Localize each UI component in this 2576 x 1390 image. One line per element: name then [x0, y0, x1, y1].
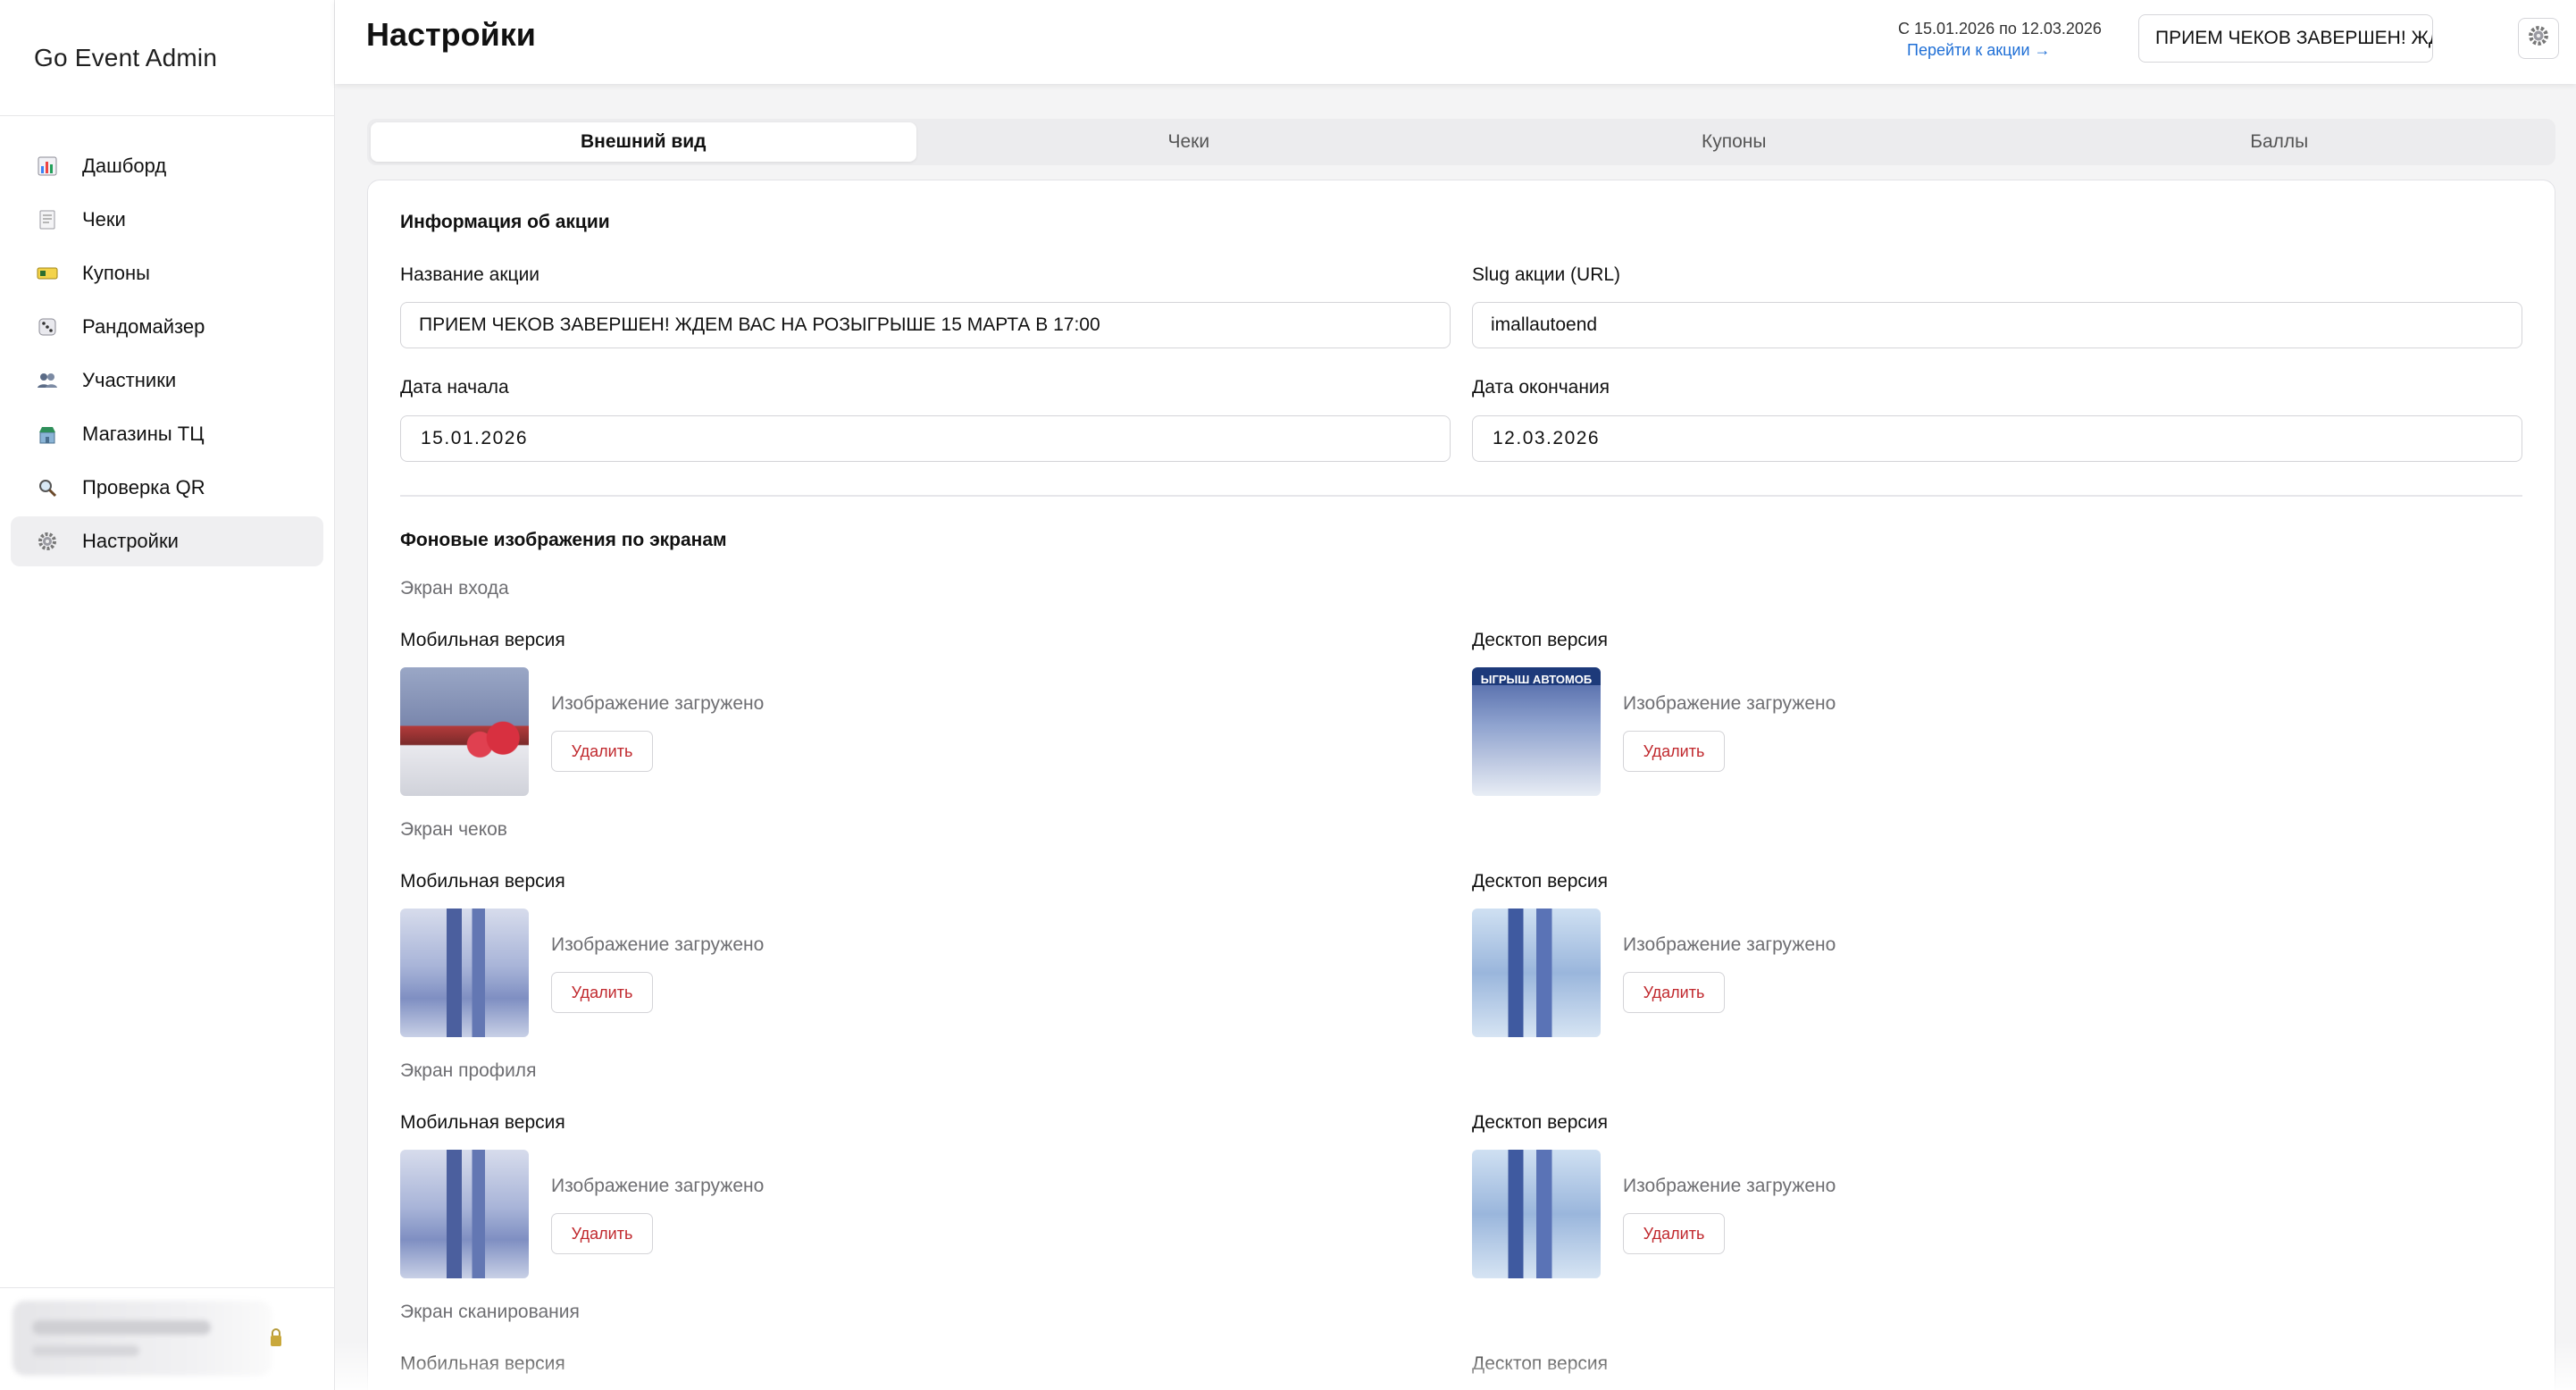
- profile-desktop-thumbnail: [1472, 1150, 1601, 1278]
- sidebar-footer: [0, 1287, 335, 1390]
- dice-icon: [36, 315, 59, 339]
- image-status: Изображение загружено: [1623, 693, 1836, 714]
- sidebar: Go Event Admin Дашборд Чеки Купоны Рандо…: [0, 0, 335, 1390]
- info-section-title: Информация об акции: [400, 212, 610, 232]
- image-status: Изображение загружено: [551, 693, 765, 714]
- slug-input[interactable]: imallautoend: [1472, 302, 2522, 348]
- search-icon: [36, 476, 59, 499]
- image-status: Изображение загружено: [1623, 934, 1836, 955]
- settings-button[interactable]: [2518, 18, 2559, 59]
- sidebar-nav: Дашборд Чеки Купоны Рандомайзер Участник…: [0, 116, 334, 566]
- login-desktop-thumbnail: ЫГРЫШ АВТОМОБ: [1472, 667, 1601, 796]
- user-info: [13, 1301, 272, 1376]
- backgrounds-section-title: Фоновые изображения по экранам: [400, 530, 727, 550]
- promo-dates: С 15.01.2026 по 12.03.2026: [1898, 20, 2102, 38]
- sidebar-item-dashboard[interactable]: Дашборд: [11, 141, 323, 191]
- tab-appearance[interactable]: Внешний вид: [371, 122, 916, 162]
- thumbnail-caption: ЫГРЫШ АВТОМОБ: [1480, 673, 1593, 686]
- goto-promo-link[interactable]: Перейти к акции →: [1907, 41, 2051, 60]
- tab-points[interactable]: Баллы: [2007, 122, 2553, 162]
- top-header: Настройки С 15.01.2026 по 12.03.2026 Пер…: [335, 0, 2576, 84]
- chart-icon: [36, 155, 59, 178]
- gear-icon: [36, 530, 59, 553]
- users-icon: [36, 369, 59, 392]
- settings-tabs: Внешний вид Чеки Купоны Баллы: [367, 119, 2555, 165]
- screen-title-login: Экран входа: [400, 578, 509, 599]
- divider: [400, 495, 2522, 497]
- sidebar-item-label: Дашборд: [82, 155, 167, 177]
- desktop-version-label: Десктоп версия: [1472, 1353, 1608, 1374]
- delete-button[interactable]: Удалить: [551, 972, 653, 1013]
- sidebar-item-label: Чеки: [82, 208, 126, 230]
- end-date-label: Дата окончания: [1472, 377, 1610, 398]
- sidebar-item-receipts[interactable]: Чеки: [11, 195, 323, 245]
- sidebar-item-participants[interactable]: Участники: [11, 356, 323, 406]
- desktop-version-label: Десктоп версия: [1472, 630, 1608, 650]
- screen-title-profile: Экран профиля: [400, 1060, 537, 1081]
- profile-mobile-thumbnail: [400, 1150, 529, 1278]
- tab-receipts[interactable]: Чеки: [916, 122, 1462, 162]
- sidebar-item-label: Настройки: [82, 530, 179, 552]
- end-date-input[interactable]: 12.03.2026: [1472, 415, 2522, 462]
- mobile-version-label: Мобильная версия: [400, 630, 565, 650]
- sidebar-item-label: Проверка QR: [82, 476, 205, 498]
- receipt-icon: [36, 208, 59, 231]
- delete-button[interactable]: Удалить: [551, 731, 653, 772]
- screen-title-receipts: Экран чеков: [400, 819, 507, 840]
- sidebar-item-stores[interactable]: Магазины ТЦ: [11, 409, 323, 459]
- settings-card: Информация об акции Название акции ПРИЕМ…: [367, 180, 2555, 1390]
- desktop-version-label: Десктоп версия: [1472, 1112, 1608, 1133]
- mobile-version-label: Мобильная версия: [400, 1112, 565, 1133]
- desktop-version-label: Десктоп версия: [1472, 871, 1608, 892]
- screen-title-scanning: Экран сканирования: [400, 1302, 580, 1322]
- sidebar-item-label: Купоны: [82, 262, 150, 284]
- page-title: Настройки: [366, 16, 536, 53]
- slug-label: Slug акции (URL): [1472, 264, 1621, 285]
- receipts-desktop-thumbnail: [1472, 909, 1601, 1037]
- delete-button[interactable]: Удалить: [1623, 972, 1725, 1013]
- gear-icon: [2528, 25, 2549, 52]
- sidebar-item-label: Рандомайзер: [82, 315, 205, 338]
- receipts-mobile-thumbnail: [400, 909, 529, 1037]
- mobile-version-label: Мобильная версия: [400, 871, 565, 892]
- ticket-icon: [36, 262, 59, 285]
- image-status: Изображение загружено: [551, 1176, 765, 1196]
- image-status: Изображение загружено: [551, 934, 765, 955]
- mobile-version-label: Мобильная версия: [400, 1353, 565, 1374]
- promo-name-input[interactable]: ПРИЕМ ЧЕКОВ ЗАВЕРШЕН! ЖДЕМ ВАС НА РОЗЫГР…: [400, 302, 1451, 348]
- delete-button[interactable]: Удалить: [1623, 1213, 1725, 1254]
- lock-icon[interactable]: [270, 1327, 282, 1347]
- brand-title: Go Event Admin: [0, 0, 334, 116]
- name-label: Название акции: [400, 264, 540, 285]
- sidebar-item-coupons[interactable]: Купоны: [11, 248, 323, 298]
- sidebar-item-qr-check[interactable]: Проверка QR: [11, 463, 323, 513]
- store-icon: [36, 423, 59, 446]
- delete-button[interactable]: Удалить: [1623, 731, 1725, 772]
- tab-coupons[interactable]: Купоны: [1461, 122, 2007, 162]
- start-date-input[interactable]: 15.01.2026: [400, 415, 1451, 462]
- sidebar-item-randomizer[interactable]: Рандомайзер: [11, 302, 323, 352]
- sidebar-item-label: Участники: [82, 369, 177, 391]
- login-mobile-thumbnail: [400, 667, 529, 796]
- sidebar-item-label: Магазины ТЦ: [82, 423, 205, 445]
- delete-button[interactable]: Удалить: [551, 1213, 653, 1254]
- start-date-label: Дата начала: [400, 377, 509, 398]
- image-status: Изображение загружено: [1623, 1176, 1836, 1196]
- sidebar-item-settings[interactable]: Настройки: [11, 516, 323, 566]
- promo-select[interactable]: ПРИЕМ ЧЕКОВ ЗАВЕРШЕН! ЖДЕ: [2138, 14, 2433, 63]
